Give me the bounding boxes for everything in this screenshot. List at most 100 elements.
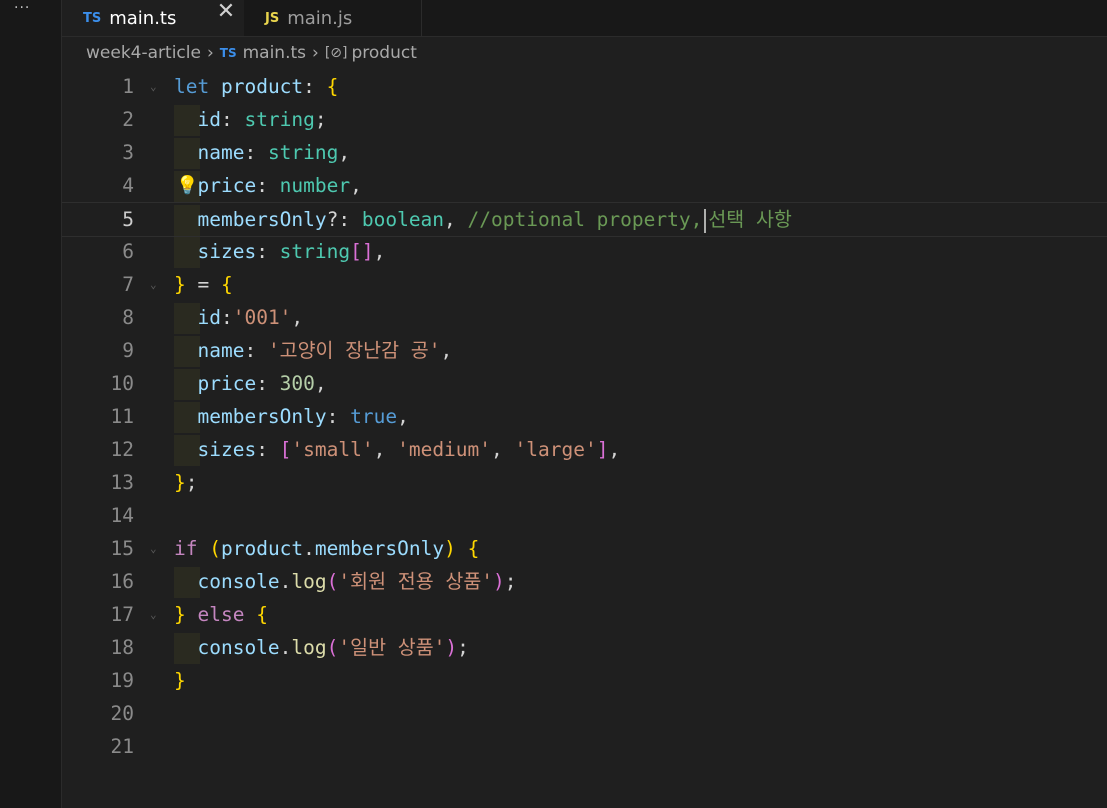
code-token: { (220, 273, 233, 296)
code-line[interactable]: 20 (62, 697, 1107, 730)
line-number: 13 (110, 471, 134, 494)
code-token: log (291, 636, 327, 659)
code-token: string (244, 108, 315, 131)
code-line[interactable]: 4 💡 price: number, (62, 169, 1107, 202)
code-line[interactable]: 1 ⌄ let product: { (62, 70, 1107, 103)
code-text: }; (174, 466, 198, 499)
code-token: else (197, 603, 245, 626)
code-text: } = { (174, 268, 233, 301)
code-token: ] (596, 438, 609, 461)
code-token: : (256, 372, 280, 395)
line-number: 6 (122, 240, 134, 263)
line-number: 2 (122, 108, 134, 131)
code-line[interactable]: 10 price: 300, (62, 367, 1107, 400)
code-token: , (444, 208, 468, 231)
code-text: } else { (174, 598, 268, 631)
code-editor[interactable]: 1 ⌄ let product: {2 id: string; 3 name: str… (62, 70, 1107, 808)
code-token: , (373, 438, 398, 461)
code-line[interactable]: 12 sizes: ['small', 'medium', 'large'], (62, 433, 1107, 466)
text-cursor (704, 208, 707, 233)
fold-chevron-icon[interactable]: ⌄ (150, 268, 162, 301)
code-token: membersOnly (197, 208, 327, 231)
code-token: , (314, 372, 327, 395)
code-token: , (291, 306, 304, 329)
fold-chevron-icon[interactable]: ⌄ (150, 532, 162, 565)
fold-chevron-icon[interactable]: ⌄ (150, 70, 162, 103)
line-number: 16 (110, 570, 134, 593)
code-line[interactable]: 13}; (62, 466, 1107, 499)
code-token: 'small' (291, 438, 374, 461)
code-line[interactable]: 19} (62, 664, 1107, 697)
code-token: number (279, 174, 351, 197)
code-line[interactable]: 7 ⌄} = { (62, 268, 1107, 301)
code-token: ; (314, 108, 327, 131)
code-text: membersOnly: true, (174, 400, 409, 433)
code-token: : (256, 174, 280, 197)
code-line[interactable]: 21 (62, 730, 1107, 763)
more-actions-icon[interactable]: ··· (14, 0, 44, 24)
code-token: 'medium' (397, 438, 492, 461)
code-token: price (197, 372, 257, 395)
code-line[interactable]: 17 ⌄} else { (62, 598, 1107, 631)
code-token: , (397, 405, 409, 428)
code-text: console.log('일반 상품'); (174, 631, 468, 664)
breadcrumb-symbol[interactable]: product (351, 43, 416, 63)
chevron-right-icon: › (312, 43, 319, 63)
code-line[interactable]: 9 name: '고양이 장난감 공', (62, 334, 1107, 367)
fold-chevron-icon[interactable]: ⌄ (150, 598, 162, 631)
code-text: id: string; (174, 103, 327, 136)
code-line[interactable]: 3 name: string, (62, 136, 1107, 169)
code-token: } (174, 273, 186, 296)
line-number: 4 (122, 174, 134, 197)
tab-main-ts[interactable]: TS main.ts ✕ (62, 0, 244, 36)
code-token: { (467, 537, 480, 560)
breadcrumb-file[interactable]: main.ts (243, 43, 306, 63)
code-token: : (220, 306, 233, 329)
code-line[interactable]: 15 ⌄ if (product.membersOnly) { (62, 532, 1107, 565)
code-line[interactable]: 16 console.log('회원 전용 상품'); (62, 565, 1107, 598)
line-number: 9 (122, 339, 134, 362)
code-text: sizes: string[], (174, 235, 385, 268)
breadcrumb-folder[interactable]: week4-article (86, 43, 201, 63)
code-line[interactable]: 14 (62, 499, 1107, 532)
code-token: : (303, 75, 327, 98)
tab-main-js[interactable]: JS main.js (244, 0, 422, 36)
code-token: console (197, 636, 280, 659)
code-text: sizes: ['small', 'medium', 'large'], (174, 433, 620, 466)
code-token: membersOnly (197, 405, 327, 428)
code-token: ( (326, 636, 339, 659)
code-line[interactable]: 2 id: string; (62, 103, 1107, 136)
code-token: ; (504, 570, 517, 593)
code-token: : (244, 339, 268, 362)
code-line[interactable]: 6 sizes: string[], (62, 235, 1107, 268)
code-line[interactable]: 11 membersOnly: true, (62, 400, 1107, 433)
code-token: name (197, 339, 245, 362)
line-number: 20 (110, 702, 134, 725)
line-number: 15 (110, 537, 134, 560)
code-token: ; (185, 471, 198, 494)
code-token: : (244, 141, 268, 164)
code-token: [ (279, 438, 292, 461)
code-line[interactable]: 5 membersOnly?: boolean, //optional prop… (62, 202, 1107, 237)
code-token: ( (209, 537, 221, 560)
code-line[interactable]: 18 console.log('일반 상품'); (62, 631, 1107, 664)
code-line[interactable]: 8 id:'001', (62, 301, 1107, 334)
breadcrumb: week4-article › TS main.ts › [⊘] product (86, 40, 417, 66)
line-number: 14 (110, 504, 134, 527)
code-token: { (256, 603, 268, 626)
close-icon[interactable]: ✕ (214, 0, 238, 24)
code-token: string (279, 240, 351, 263)
code-token: ) (445, 636, 458, 659)
code-token: '회원 전용 상품' (338, 570, 494, 593)
line-number: 21 (110, 735, 134, 758)
